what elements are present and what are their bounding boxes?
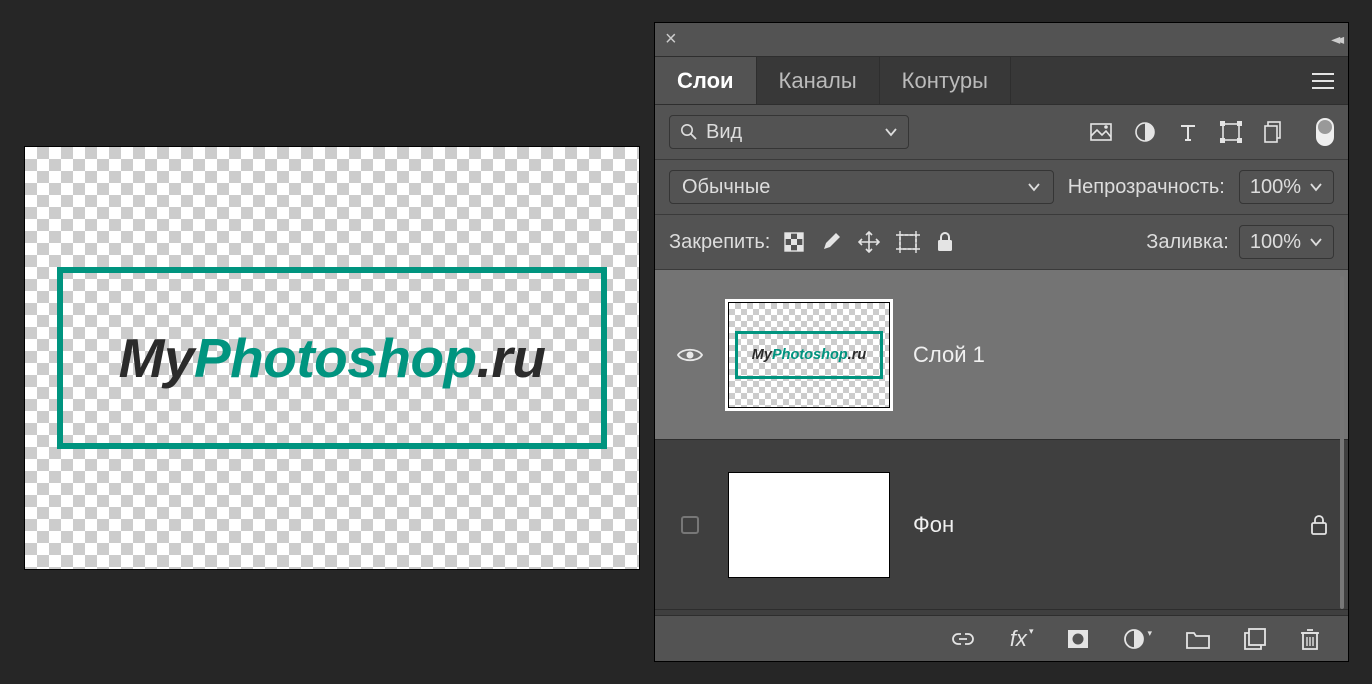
opacity-value: 100% <box>1250 176 1301 199</box>
fx-icon[interactable]: fx▾ <box>1010 626 1034 652</box>
lock-pixels-icon[interactable] <box>820 231 842 253</box>
layer-item-background[interactable]: Фон <box>655 440 1348 610</box>
filter-toggle[interactable] <box>1316 118 1334 146</box>
layer-name[interactable]: Фон <box>913 512 954 538</box>
blend-mode-select[interactable]: Обычные <box>669 170 1054 204</box>
blend-row: Обычные Непрозрачность: 100% <box>655 160 1348 215</box>
layers-list: MyPhotoshop.ru Слой 1 Фон <box>655 270 1348 615</box>
layer-name[interactable]: Слой 1 <box>913 342 985 368</box>
search-icon <box>680 123 698 141</box>
fill-value: 100% <box>1250 231 1301 254</box>
trash-icon[interactable] <box>1300 628 1320 650</box>
adjustment-layer-icon[interactable]: ▾ <box>1123 628 1152 650</box>
visibility-eye-icon[interactable] <box>677 346 703 364</box>
fill-label: Заливка: <box>1146 231 1229 254</box>
logo-text-photoshop: Photoshop <box>194 326 477 390</box>
visibility-off-icon[interactable] <box>681 516 699 534</box>
new-layer-icon[interactable] <box>1244 628 1266 650</box>
blend-mode-label: Обычные <box>682 176 770 199</box>
panel-footer: fx▾ ▾ <box>655 615 1348 661</box>
lock-transparency-icon[interactable] <box>784 232 804 252</box>
mask-icon[interactable] <box>1067 629 1089 649</box>
layer-thumbnail[interactable] <box>729 473 889 577</box>
document-canvas[interactable]: MyPhotoshop.ru <box>25 147 639 569</box>
link-icon[interactable] <box>950 631 976 647</box>
opacity-label: Непрозрачность: <box>1068 176 1225 199</box>
chevron-down-icon <box>1309 237 1323 247</box>
mini-logo-photoshop: Photoshop <box>772 347 848 363</box>
close-icon[interactable]: × <box>665 28 677 51</box>
lock-label: Закрепить: <box>669 231 770 254</box>
filter-icons <box>1090 118 1334 146</box>
lock-icons <box>784 231 954 253</box>
tab-channels[interactable]: Каналы <box>757 57 880 104</box>
lock-position-icon[interactable] <box>858 231 880 253</box>
group-icon[interactable] <box>1186 629 1210 649</box>
mini-logo-ru: .ru <box>848 347 867 363</box>
lock-all-icon[interactable] <box>936 232 954 252</box>
layer-thumbnail[interactable]: MyPhotoshop.ru <box>729 303 889 407</box>
filter-text-icon[interactable] <box>1178 122 1198 142</box>
filter-smart-icon[interactable] <box>1264 121 1284 143</box>
panel-titlebar: × ◂◂ <box>655 23 1348 57</box>
scrollbar[interactable] <box>1340 276 1344 609</box>
panel-menu-icon[interactable] <box>1312 72 1334 90</box>
logo-frame: MyPhotoshop.ru <box>57 267 607 449</box>
mini-logo-my: My <box>752 347 772 363</box>
lock-row: Закрепить: Заливка: 100% <box>655 215 1348 270</box>
filter-adjustment-icon[interactable] <box>1134 121 1156 143</box>
logo-text-ru: .ru <box>477 326 546 390</box>
tab-layers[interactable]: Слои <box>655 57 757 104</box>
tab-paths[interactable]: Контуры <box>880 57 1011 104</box>
collapse-icon[interactable]: ◂◂ <box>1331 31 1339 48</box>
tab-channels-label: Каналы <box>779 68 857 94</box>
layer-search-label: Вид <box>706 121 742 144</box>
chevron-down-icon <box>1027 182 1041 192</box>
lock-artboard-icon[interactable] <box>896 231 920 253</box>
layer-item-1[interactable]: MyPhotoshop.ru Слой 1 <box>655 270 1348 440</box>
fill-input[interactable]: 100% <box>1239 225 1334 259</box>
opacity-input[interactable]: 100% <box>1239 170 1334 204</box>
panel-tabs: Слои Каналы Контуры <box>655 57 1348 105</box>
tab-paths-label: Контуры <box>902 68 988 94</box>
filter-shape-icon[interactable] <box>1220 121 1242 143</box>
filter-pixel-icon[interactable] <box>1090 122 1112 142</box>
logo-text-my: My <box>119 326 194 390</box>
layer-lock-icon[interactable] <box>1310 515 1328 535</box>
chevron-down-icon <box>884 127 898 137</box>
chevron-down-icon <box>1309 182 1323 192</box>
tab-layers-label: Слои <box>677 68 734 94</box>
layer-search[interactable]: Вид <box>669 115 909 149</box>
layer-filter-row: Вид <box>655 105 1348 160</box>
layers-panel: × ◂◂ Слои Каналы Контуры Вид <box>654 22 1349 662</box>
